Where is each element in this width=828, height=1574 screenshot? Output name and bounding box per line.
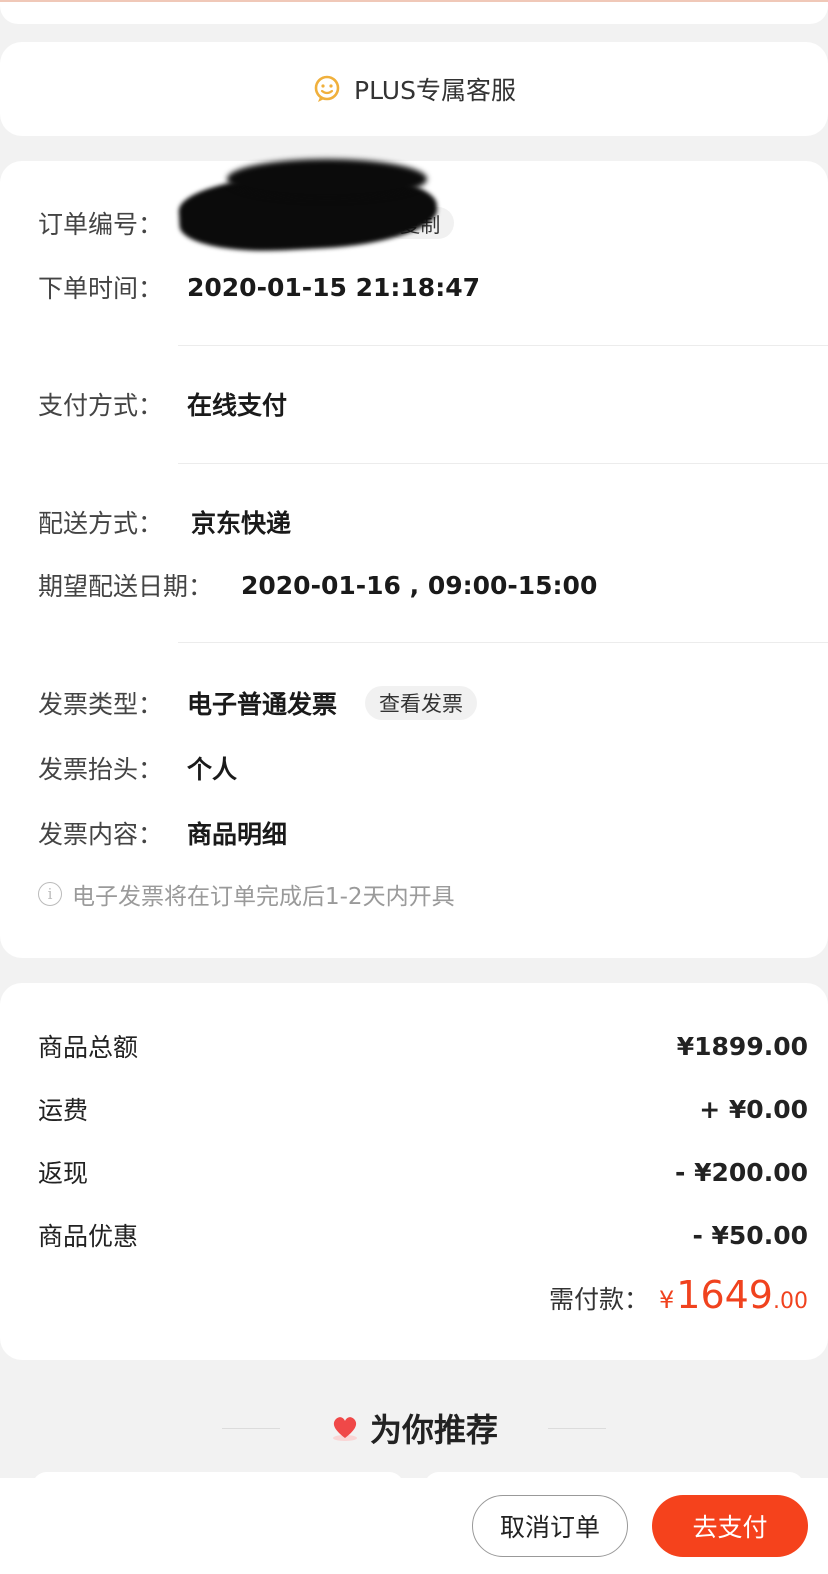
invoice-type-value: 电子普通发票 bbox=[187, 690, 338, 719]
info-icon: i bbox=[38, 882, 62, 906]
invoice-tip: i 电子发票将在订单完成后1-2天内开具 bbox=[38, 877, 455, 911]
bottom-action-bar: 取消订单 去支付 bbox=[0, 1478, 828, 1574]
plus-service-label: PLUS专属客服 bbox=[354, 76, 516, 105]
price-row-label: 返现 bbox=[38, 1159, 89, 1188]
invoice-tip-text: 电子发票将在订单完成后1-2天内开具 bbox=[72, 884, 455, 910]
amount-due-cents: .00 bbox=[773, 1289, 808, 1314]
order-number-row: 订单编号： 109765848325 复制 bbox=[38, 159, 455, 256]
invoice-type-label: 发票类型： bbox=[38, 690, 164, 719]
amount-due: 需付款： ¥ 1649 .00 bbox=[549, 1273, 808, 1317]
invoice-content-row: 发票内容： 商品明细 bbox=[38, 813, 287, 853]
payment-method-value: 在线支付 bbox=[187, 391, 288, 420]
price-row: 返现 - ¥200.00 bbox=[38, 1152, 808, 1192]
plus-service-link[interactable]: PLUS专属客服 bbox=[312, 71, 516, 107]
order-number-label: 订单编号： bbox=[38, 210, 164, 239]
price-summary-card: 商品总额 ¥1899.00 运费 + ¥0.00 返现 - ¥200.00 商品… bbox=[0, 983, 828, 1360]
order-number-wrap: 109765848325 bbox=[177, 159, 439, 256]
delivery-method-row: 配送方式： 京东快递 bbox=[38, 502, 291, 542]
order-time-label: 下单时间： bbox=[38, 274, 164, 303]
plus-service-card[interactable]: PLUS专属客服 bbox=[0, 42, 828, 136]
order-time-value: 2020-01-15 21:18:47 bbox=[187, 272, 480, 302]
divider bbox=[178, 463, 828, 464]
recommend-title: 为你推荐 bbox=[369, 1411, 498, 1449]
expected-delivery-label: 期望配送日期： bbox=[38, 572, 214, 601]
order-info-card: 订单编号： 109765848325 复制 下单时间： 2020-01-15 2… bbox=[0, 159, 828, 958]
invoice-title-row: 发票抬头： 个人 bbox=[38, 748, 237, 788]
cancel-order-button[interactable]: 取消订单 bbox=[472, 1495, 628, 1557]
amount-due-value: 1649 bbox=[676, 1273, 773, 1317]
price-row: 运费 + ¥0.00 bbox=[38, 1089, 808, 1129]
delivery-method-value: 京东快递 bbox=[191, 509, 292, 538]
payment-method-row: 支付方式： 在线支付 bbox=[38, 384, 287, 424]
amount-due-currency: ¥ bbox=[659, 1286, 675, 1314]
expected-delivery-value: 2020-01-16 , 09:00-15:00 bbox=[241, 570, 598, 600]
order-detail-page: PLUS专属客服 订单编号： 109765848325 复制 下单时间： 202… bbox=[0, 0, 828, 1574]
invoice-type-row: 发票类型： 电子普通发票 查看发票 bbox=[38, 683, 478, 723]
payment-method-label: 支付方式： bbox=[38, 391, 164, 420]
price-row-value: + ¥0.00 bbox=[699, 1094, 808, 1124]
divider bbox=[178, 345, 828, 346]
price-row-label: 运费 bbox=[38, 1096, 89, 1125]
order-time-row: 下单时间： 2020-01-15 21:18:47 bbox=[38, 267, 480, 307]
invoice-title-value: 个人 bbox=[187, 755, 238, 784]
invoice-content-value: 商品明细 bbox=[187, 820, 288, 849]
divider bbox=[221, 1427, 280, 1429]
price-row-value: - ¥200.00 bbox=[675, 1157, 808, 1187]
amount-due-label: 需付款： bbox=[548, 1285, 649, 1314]
delivery-method-label: 配送方式： bbox=[38, 509, 164, 538]
pay-button[interactable]: 去支付 bbox=[652, 1495, 808, 1557]
price-row-label: 商品总额 bbox=[38, 1033, 139, 1062]
price-row: 商品总额 ¥1899.00 bbox=[38, 1026, 808, 1066]
invoice-title-label: 发票抬头： bbox=[38, 755, 164, 784]
view-invoice-button[interactable]: 查看发票 bbox=[365, 686, 478, 720]
price-row-label: 商品优惠 bbox=[38, 1222, 139, 1251]
expected-delivery-row: 期望配送日期： 2020-01-16 , 09:00-15:00 bbox=[38, 565, 597, 605]
price-row: 商品优惠 - ¥50.00 bbox=[38, 1215, 808, 1255]
divider bbox=[178, 642, 828, 643]
top-card-edge bbox=[0, 0, 828, 24]
redaction-scribble-top bbox=[227, 159, 427, 199]
recommend-header: 为你推荐 bbox=[0, 1405, 828, 1451]
price-row-value: ¥1899.00 bbox=[676, 1031, 808, 1061]
price-row-value: - ¥50.00 bbox=[692, 1220, 808, 1250]
divider bbox=[548, 1427, 606, 1429]
heart-icon bbox=[332, 1417, 357, 1441]
customer-service-icon bbox=[314, 75, 340, 102]
invoice-content-label: 发票内容： bbox=[38, 820, 164, 849]
